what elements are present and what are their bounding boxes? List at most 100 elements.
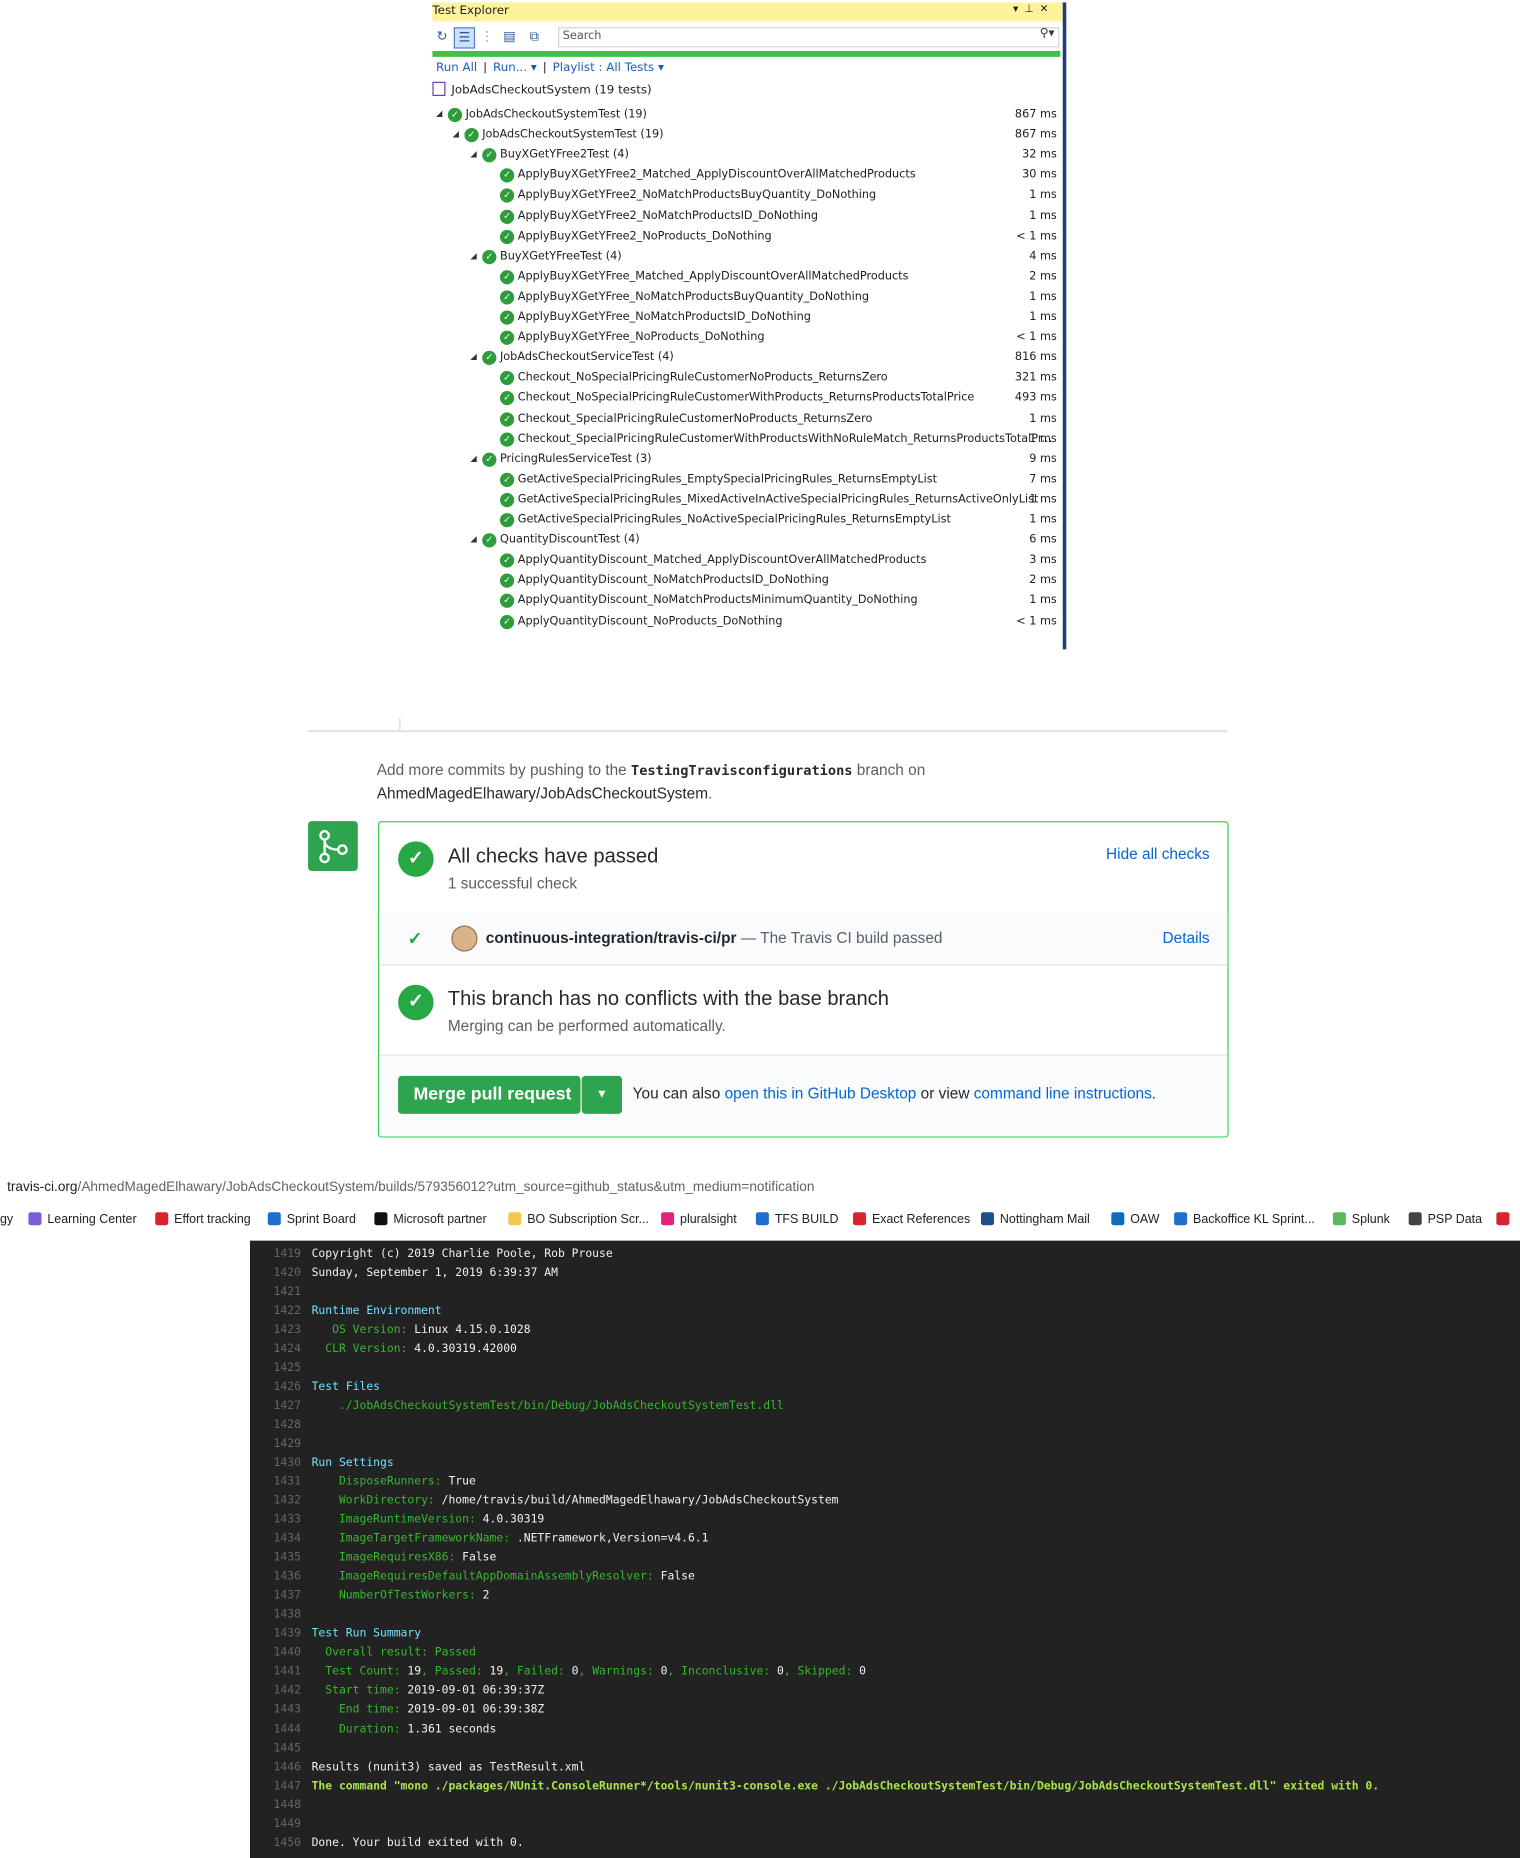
test-row[interactable]: ✓ GetActiveSpecialPricingRules_EmptySpeci… <box>432 470 1060 490</box>
line-number[interactable]: 1444 <box>250 1722 301 1735</box>
group-by-icon[interactable]: ☰ <box>453 27 476 49</box>
expand-arrow-icon[interactable]: ◢ <box>470 150 476 159</box>
test-row[interactable]: ✓ ApplyQuantityDiscount_NoProducts_DoNoth… <box>432 612 1060 632</box>
test-row[interactable]: ✓ GetActiveSpecialPricingRules_NoActiveSp… <box>432 511 1060 531</box>
test-row[interactable]: ✓ ApplyBuyXGetYFree_NoMatchProductsBuyQua… <box>432 288 1060 308</box>
line-number[interactable]: 1427 <box>250 1400 301 1413</box>
bookmark-item[interactable]: Backoffice KL Sprint... <box>1174 1212 1315 1226</box>
line-number[interactable]: 1425 <box>250 1362 301 1375</box>
bookmark-item[interactable]: Exact References <box>853 1212 970 1226</box>
test-row[interactable]: ✓ ApplyBuyXGetYFree2_NoMatchProductsID_Do… <box>432 207 1060 227</box>
line-number[interactable]: 1445 <box>250 1741 301 1754</box>
dropdown-icon[interactable]: ▾ <box>1013 4 1024 16</box>
test-row[interactable]: ✓ ApplyBuyXGetYFree_NoProducts_DoNothing <… <box>432 328 1060 348</box>
pin-icon[interactable]: ⊥ <box>1024 4 1039 16</box>
bookmark-item[interactable]: Sprint Board <box>267 1212 356 1226</box>
search-input[interactable]: Search ⚲▾ <box>558 27 1060 48</box>
line-number[interactable]: 1433 <box>250 1513 301 1526</box>
line-number[interactable]: 1442 <box>250 1684 301 1697</box>
test-row[interactable]: ✓ ApplyBuyXGetYFree_NoMatchProductsID_DoN… <box>432 308 1060 328</box>
test-row[interactable]: ✓ ApplyBuyXGetYFree2_NoProducts_DoNothing… <box>432 227 1060 247</box>
line-number[interactable]: 1421 <box>250 1286 301 1299</box>
address-bar[interactable]: travis-ci.org/AhmedMagedElhawary/JobAdsC… <box>7 1180 814 1194</box>
test-group-row[interactable]: ◢ ✓ BuyXGetYFree2Test (4) 32 ms <box>432 146 1060 166</box>
line-number[interactable]: 1434 <box>250 1532 301 1545</box>
line-number[interactable]: 1420 <box>250 1267 301 1280</box>
test-row[interactable]: ✓ GetActiveSpecialPricingRules_MixedActiv… <box>432 490 1060 510</box>
bookmark-item[interactable] <box>1496 1212 1515 1226</box>
close-icon[interactable]: ✕ <box>1040 4 1055 16</box>
line-number[interactable]: 1440 <box>250 1646 301 1659</box>
bookmark-item[interactable]: BO Subscription Scr... <box>508 1212 649 1226</box>
test-group-row[interactable]: ◢ ✓ JobAdsCheckoutSystemTest (19) 867 ms <box>432 126 1060 146</box>
test-row[interactable]: ✓ ApplyQuantityDiscount_NoMatchProductsID… <box>432 571 1060 591</box>
run-all-link[interactable]: Run All <box>436 62 477 75</box>
line-number[interactable]: 1430 <box>250 1457 301 1470</box>
test-group-row[interactable]: ◢ ✓ QuantityDiscountTest (4) 6 ms <box>432 531 1060 551</box>
test-row[interactable]: ✓ ApplyBuyXGetYFree2_NoMatchProductsBuyQu… <box>432 187 1060 207</box>
line-number[interactable]: 1426 <box>250 1381 301 1394</box>
line-number[interactable]: 1448 <box>250 1798 301 1811</box>
hierarchy-icon[interactable]: ⋮ <box>477 27 496 46</box>
refresh-icon[interactable]: ↻ <box>432 27 451 46</box>
line-number[interactable]: 1449 <box>250 1817 301 1830</box>
test-row[interactable]: ✓ ApplyQuantityDiscount_Matched_ApplyDisc… <box>432 551 1060 571</box>
bookmark-item[interactable]: Splunk <box>1332 1212 1390 1226</box>
expand-arrow-icon[interactable]: ◢ <box>470 453 476 462</box>
merge-pull-request-button[interactable]: Merge pull request <box>398 1075 581 1114</box>
expand-arrow-icon[interactable]: ◢ <box>470 352 476 361</box>
bookmark-item[interactable]: OAW <box>1111 1212 1160 1226</box>
test-row[interactable]: ✓ Checkout_NoSpecialPricingRuleCustomerWi… <box>432 389 1060 409</box>
line-number[interactable]: 1422 <box>250 1305 301 1318</box>
line-number[interactable]: 1423 <box>250 1324 301 1337</box>
test-group-row[interactable]: ◢ ✓ JobAdsCheckoutSystemTest (19) 867 ms <box>432 105 1060 125</box>
bookmark-item[interactable]: pluralsight <box>661 1212 737 1226</box>
line-number[interactable]: 1432 <box>250 1495 301 1508</box>
details-link[interactable]: Details <box>1163 929 1210 947</box>
expand-all-icon[interactable]: ▤ <box>500 27 519 46</box>
test-group-row[interactable]: ◢ ✓ BuyXGetYFreeTest (4) 4 ms <box>432 247 1060 267</box>
bookmark-item[interactable]: gy <box>0 1212 13 1226</box>
expand-arrow-icon[interactable]: ◢ <box>470 535 476 544</box>
bookmark-item[interactable]: Nottingham Mail <box>980 1212 1090 1226</box>
test-row[interactable]: ✓ ApplyBuyXGetYFree_Matched_ApplyDiscount… <box>432 268 1060 288</box>
run-dropdown[interactable]: Run... ▾ <box>493 62 537 75</box>
expand-arrow-icon[interactable]: ◢ <box>453 129 459 138</box>
bookmark-item[interactable]: Effort tracking <box>155 1212 251 1226</box>
hide-all-checks-link[interactable]: Hide all checks <box>1106 845 1210 863</box>
line-number[interactable]: 1441 <box>250 1665 301 1678</box>
test-group-row[interactable]: ◢ ✓ PricingRulesServiceTest (3) 9 ms <box>432 450 1060 470</box>
test-row[interactable]: ✓ ApplyQuantityDiscount_NoMatchProductsMi… <box>432 592 1060 612</box>
bookmark-item[interactable]: Learning Center <box>28 1212 137 1226</box>
line-number[interactable]: 1436 <box>250 1570 301 1583</box>
line-number[interactable]: 1439 <box>250 1627 301 1640</box>
line-number[interactable]: 1428 <box>250 1419 301 1432</box>
command-line-instructions-link[interactable]: command line instructions <box>974 1084 1152 1102</box>
line-number[interactable]: 1446 <box>250 1760 301 1773</box>
line-number[interactable]: 1429 <box>250 1438 301 1451</box>
line-number[interactable]: 1435 <box>250 1551 301 1564</box>
merge-options-button[interactable]: ▼ <box>581 1075 622 1114</box>
test-group-row[interactable]: ◢ ✓ JobAdsCheckoutServiceTest (4) 816 ms <box>432 349 1060 369</box>
line-number[interactable]: 1438 <box>250 1608 301 1621</box>
test-row[interactable]: ✓ Checkout_NoSpecialPricingRuleCustomerNo… <box>432 369 1060 389</box>
expand-arrow-icon[interactable]: ◢ <box>436 109 442 118</box>
test-project-root[interactable]: JobAdsCheckoutSystem (19 tests) <box>432 81 652 97</box>
line-number[interactable]: 1443 <box>250 1703 301 1716</box>
test-row[interactable]: ✓ ApplyBuyXGetYFree2_Matched_ApplyDiscoun… <box>432 166 1060 186</box>
line-number[interactable]: 1447 <box>250 1779 301 1792</box>
line-number[interactable]: 1437 <box>250 1589 301 1602</box>
line-number[interactable]: 1424 <box>250 1343 301 1356</box>
bookmark-item[interactable]: Microsoft partner <box>374 1212 487 1226</box>
expand-arrow-icon[interactable]: ◢ <box>470 251 476 260</box>
test-row[interactable]: ✓ Checkout_SpecialPricingRuleCustomerWith… <box>432 430 1060 450</box>
test-row[interactable]: ✓ Checkout_SpecialPricingRuleCustomerNoPr… <box>432 409 1060 429</box>
search-icon[interactable]: ⚲▾ <box>1040 27 1055 40</box>
playlist-dropdown[interactable]: Playlist : All Tests ▾ <box>553 62 664 75</box>
repo-name[interactable]: AhmedMagedElhawary/JobAdsCheckoutSystem <box>377 784 708 802</box>
line-number[interactable]: 1419 <box>250 1248 301 1261</box>
open-in-desktop-link[interactable]: open this in GitHub Desktop <box>725 1084 917 1102</box>
line-number[interactable]: 1431 <box>250 1476 301 1489</box>
bookmark-item[interactable]: PSP Data <box>1408 1212 1482 1226</box>
line-number[interactable]: 1450 <box>250 1836 301 1849</box>
